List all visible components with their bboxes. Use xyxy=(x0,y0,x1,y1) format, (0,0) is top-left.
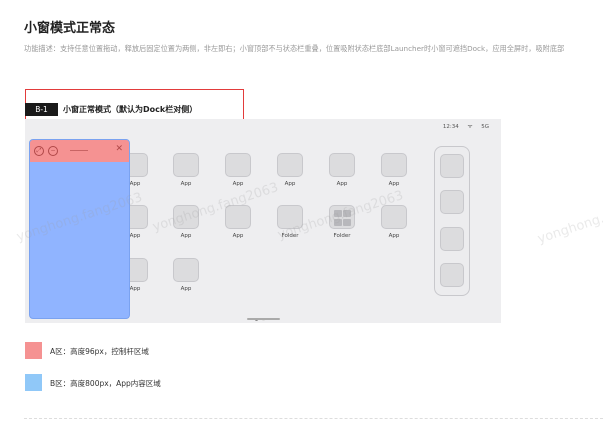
app-label: App xyxy=(180,233,192,239)
dock-app-icon[interactable] xyxy=(440,263,464,287)
divider xyxy=(24,418,603,419)
app-icon-tile xyxy=(381,205,407,229)
section-badge: B-1 xyxy=(25,103,58,116)
app-label: App xyxy=(232,181,244,187)
app-label: App xyxy=(232,233,244,239)
app-icon[interactable]: App xyxy=(329,153,355,187)
app-label: App xyxy=(180,286,192,292)
app-icon-tile xyxy=(277,153,303,177)
app-icon-tile xyxy=(173,153,199,177)
app-icon-tile xyxy=(329,153,355,177)
dock-bar xyxy=(434,146,470,296)
status-network: 5G xyxy=(481,124,489,130)
page-indicator xyxy=(255,306,269,325)
status-time: 12:34 xyxy=(442,124,459,130)
watermark: yonghong.fang2063 xyxy=(535,192,603,247)
app-icon[interactable]: App xyxy=(381,205,407,239)
minimize-icon[interactable]: − xyxy=(48,146,58,156)
app-icon-tile xyxy=(225,205,251,229)
dock-app-icon[interactable] xyxy=(440,227,464,251)
folder-icon-tile xyxy=(329,205,355,229)
app-icon-tile xyxy=(173,258,199,282)
wifi-icon: ᯤ xyxy=(467,124,473,130)
legend-label-b: B区：高度800px，App内容区域 xyxy=(50,379,161,388)
page-description: 功能描述：支持任意位置拖动，释放后固定位置为两侧，非左即右；小窗顶部不与状态栏重… xyxy=(24,44,565,53)
folder-label: Folder xyxy=(333,233,351,239)
small-window-control-bar[interactable]: ⤢ − ✕ xyxy=(30,140,129,162)
app-icon[interactable]: App xyxy=(173,205,199,239)
app-icon-tile xyxy=(277,205,303,229)
page-title: 小窗模式正常态 xyxy=(24,21,116,36)
status-bar: 12:34 ᯤ 5G xyxy=(436,122,489,130)
app-label: App xyxy=(336,181,348,187)
app-label: App xyxy=(180,181,192,187)
folder-icon[interactable]: Folder xyxy=(329,205,355,239)
app-label: App xyxy=(284,181,296,187)
app-label: App xyxy=(388,233,400,239)
app-icon-tile xyxy=(381,153,407,177)
app-icon[interactable]: App xyxy=(277,153,303,187)
dock-app-icon[interactable] xyxy=(440,154,464,178)
app-label: App xyxy=(388,181,400,187)
close-icon[interactable]: ✕ xyxy=(115,144,123,154)
app-label: Folder xyxy=(281,233,299,239)
dock-app-icon[interactable] xyxy=(440,190,464,214)
app-icon[interactable]: App xyxy=(173,153,199,187)
app-icon-tile xyxy=(173,205,199,229)
app-icon-tile xyxy=(225,153,251,177)
section-title: 小窗正常模式（默认为Dock栏对侧） xyxy=(63,105,198,114)
app-icon[interactable]: App xyxy=(225,205,251,239)
small-window[interactable]: ⤢ − ✕ xyxy=(29,139,130,319)
legend-swatch-b xyxy=(25,374,42,391)
expand-icon[interactable]: ⤢ xyxy=(34,146,44,156)
app-icon[interactable]: App xyxy=(225,153,251,187)
app-icon[interactable]: App xyxy=(173,258,199,292)
home-indicator[interactable] xyxy=(247,318,280,320)
legend-label-a: A区：高度96px，控制杆区域 xyxy=(50,347,149,356)
app-icon[interactable]: App xyxy=(381,153,407,187)
drag-handle[interactable] xyxy=(70,150,88,151)
legend-swatch-a xyxy=(25,342,42,359)
app-icon[interactable]: Folder xyxy=(277,205,303,239)
